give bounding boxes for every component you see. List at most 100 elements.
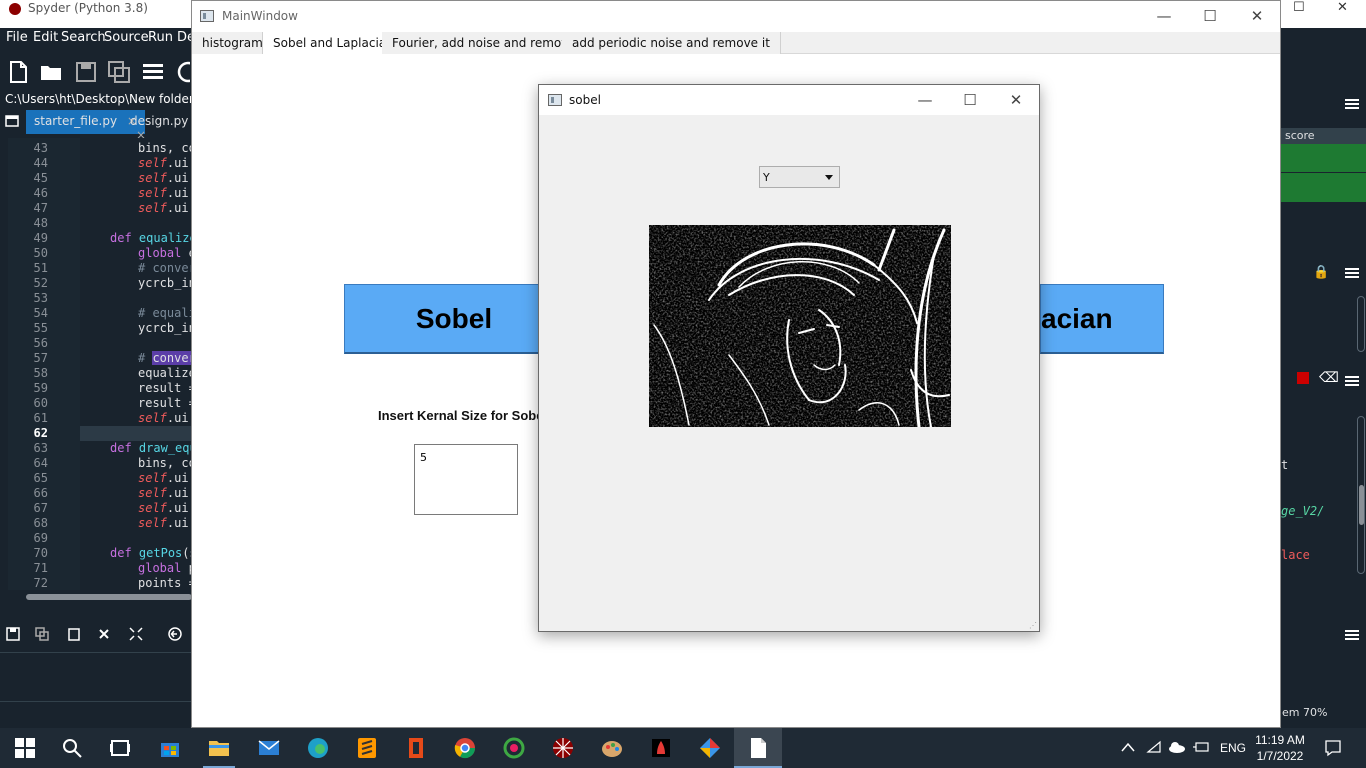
line-number: 57	[33, 351, 48, 365]
line-number: 56	[33, 336, 48, 350]
code-line: def draw_equ	[110, 441, 192, 455]
clock[interactable]: 11:19 AM 1/7/2022	[1250, 732, 1310, 764]
line-number: 68	[33, 516, 48, 530]
office-icon[interactable]	[404, 736, 428, 760]
sobel-title: sobel	[569, 93, 601, 107]
game-app-icon[interactable]	[649, 736, 673, 760]
code-line: equalize	[138, 366, 192, 380]
maximize-button[interactable]: ☐	[1187, 1, 1233, 31]
code-line: bins, co	[138, 456, 192, 470]
score-label: score	[1285, 129, 1315, 142]
line-number: 59	[33, 381, 48, 395]
editor-tab-design[interactable]: design.py ×	[122, 110, 196, 142]
pane-menu-icon[interactable]	[1345, 99, 1359, 101]
menu-file[interactable]: File	[6, 30, 28, 45]
line-number: 58	[33, 366, 48, 380]
line-number: 64	[33, 456, 48, 470]
sobel-button[interactable]: Sobel	[344, 284, 564, 354]
editor-tab-label: design.py	[130, 114, 189, 128]
chrome-icon[interactable]	[453, 736, 477, 760]
minimize-button[interactable]: —	[902, 85, 948, 115]
line-number: 43	[33, 141, 48, 155]
anaconda-icon[interactable]	[502, 736, 526, 760]
close-button[interactable]: ✕	[1234, 1, 1280, 31]
browse-tabs-icon[interactable]	[5, 115, 19, 127]
code-line: self.ui.	[138, 501, 192, 515]
spyder-maximize-icon[interactable]: ☐	[1293, 0, 1305, 15]
score-header: score	[1281, 128, 1366, 144]
resize-grip-icon[interactable]: ⋰	[1029, 621, 1037, 630]
code-line: bins, co	[138, 141, 192, 155]
menu-source[interactable]: Source	[104, 30, 149, 45]
console-toolbar	[0, 620, 192, 648]
tab-periodic-noise[interactable]: add periodic noise and remove it	[562, 32, 781, 54]
sublime-text-icon[interactable]	[355, 736, 379, 760]
mail-icon[interactable]	[257, 736, 281, 760]
windows-start-icon[interactable]	[13, 736, 37, 760]
right-pane-header	[1281, 92, 1366, 116]
document-app-icon[interactable]	[746, 736, 770, 760]
lock-icon[interactable]: 🔒	[1313, 264, 1329, 280]
task-view-icon[interactable]	[108, 736, 132, 760]
kernel-size-input[interactable]: 5	[414, 444, 518, 515]
save-all-icon[interactable]	[107, 60, 131, 84]
console-scrollbar[interactable]	[1357, 416, 1365, 574]
sobel-edge-image	[649, 225, 951, 427]
language-indicator[interactable]: ENG	[1220, 741, 1246, 755]
memory-status: em 70%	[1282, 706, 1328, 719]
line-number: 63	[33, 441, 48, 455]
edge-browser-icon[interactable]	[306, 736, 330, 760]
console-text-place: lace	[1281, 548, 1310, 562]
main-window-titlebar: MainWindow — ☐ ✕	[192, 1, 1280, 31]
spyder-close-icon[interactable]: ✕	[1337, 0, 1348, 15]
paste-icon[interactable]	[67, 627, 81, 641]
editor-horizontal-scrollbar[interactable]	[8, 592, 192, 602]
menu-edit[interactable]: Edit	[33, 30, 58, 45]
line-number: 70	[33, 546, 48, 560]
store-icon[interactable]	[158, 736, 182, 760]
sobel-direction-select[interactable]: Y	[759, 166, 840, 188]
pane-menu-icon[interactable]	[1345, 268, 1359, 270]
paint-palette-icon[interactable]	[600, 736, 624, 760]
onedrive-icon[interactable]	[1168, 740, 1186, 754]
minimize-button[interactable]: —	[1141, 1, 1187, 31]
menu-search[interactable]: Search	[61, 30, 106, 45]
pane-menu-icon[interactable]	[1345, 630, 1359, 632]
search-icon[interactable]	[60, 736, 84, 760]
back-arrow-icon[interactable]	[168, 627, 182, 641]
console-text-t: t	[1281, 458, 1289, 472]
collapse-icon[interactable]	[128, 626, 144, 642]
line-number: 46	[33, 186, 48, 200]
close-button[interactable]: ✕	[993, 85, 1039, 115]
maximize-button[interactable]: ☐	[947, 85, 993, 115]
chevron-up-icon[interactable]	[1121, 742, 1135, 752]
eraser-icon[interactable]: ⌫	[1319, 369, 1339, 386]
clock-date: 1/7/2022	[1256, 749, 1304, 763]
save-icon[interactable]	[74, 60, 98, 84]
file-explorer-icon[interactable]	[207, 736, 231, 760]
save-console-icon[interactable]	[6, 627, 20, 641]
editor-tabbar: starter_file.py × design.py ×	[0, 110, 192, 142]
console-area[interactable]	[0, 652, 192, 702]
code-line: # conver	[138, 261, 192, 275]
pane-menu-icon[interactable]	[1345, 376, 1359, 378]
line-number: 44	[33, 156, 48, 170]
spyder-app-icon[interactable]	[551, 736, 575, 760]
notification-icon[interactable]	[1324, 739, 1342, 757]
laplacian-button[interactable]: acian	[1040, 284, 1164, 354]
close-console-icon[interactable]	[98, 628, 110, 640]
menu-run[interactable]: Run	[148, 30, 173, 45]
multicolor-app-icon[interactable]	[698, 736, 722, 760]
new-file-icon[interactable]	[6, 60, 30, 84]
stop-icon[interactable]	[1297, 372, 1309, 384]
code-editor[interactable]: 43 44 45 46 47 48 49 50 51 52 53 54 55 5…	[8, 138, 192, 590]
line-number: 49	[33, 231, 48, 245]
battery-icon[interactable]	[1192, 740, 1210, 754]
copy-icon[interactable]	[35, 627, 49, 641]
at-icon[interactable]	[176, 60, 190, 84]
wifi-icon[interactable]	[1146, 740, 1162, 754]
window-app-icon	[200, 10, 214, 22]
scrollbar[interactable]	[1357, 296, 1365, 352]
open-folder-icon[interactable]	[39, 60, 63, 84]
list-icon[interactable]	[141, 60, 165, 84]
